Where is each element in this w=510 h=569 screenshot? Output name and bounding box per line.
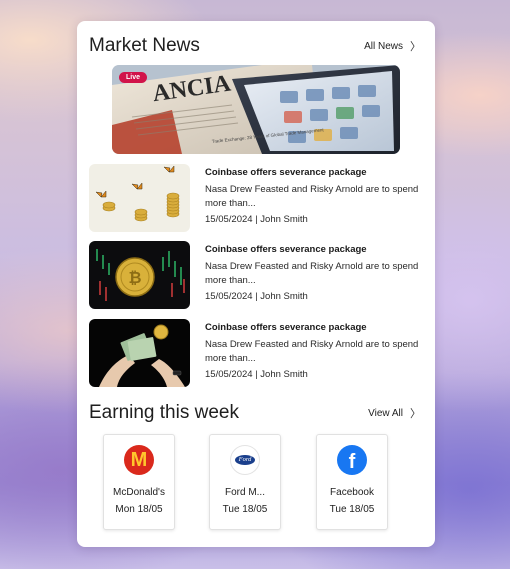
view-all-label: View All bbox=[368, 407, 403, 419]
news-item-text: Coinbase offers severance package Nasa D… bbox=[205, 164, 423, 232]
news-date: 15/05/2024 bbox=[205, 291, 253, 302]
hands-coin-cash-image bbox=[89, 319, 190, 387]
newspaper-tablet-illustration: ANCIA Trade Exchange: 28 Years of Global… bbox=[112, 65, 400, 154]
earning-company-name: Ford M... bbox=[224, 487, 265, 498]
news-author: John Smith bbox=[260, 291, 308, 302]
hero-news-image[interactable]: ANCIA Trade Exchange: 28 Years of Global… bbox=[112, 65, 400, 154]
earnings-header: Earning this week View All 〉 bbox=[89, 402, 421, 424]
news-summary: Nasa Drew Feasted and Risky Arnold are t… bbox=[205, 261, 419, 286]
news-item-3[interactable]: Coinbase offers severance package Nasa D… bbox=[89, 319, 423, 387]
news-separator: | bbox=[255, 369, 258, 380]
news-title: Coinbase offers severance package bbox=[205, 167, 367, 178]
news-author: John Smith bbox=[260, 369, 308, 380]
earning-date: Mon 18/05 bbox=[115, 504, 163, 515]
news-item-text: Coinbase offers severance package Nasa D… bbox=[205, 319, 423, 387]
earning-card-mcdonalds[interactable]: M McDonald's Mon 18/05 bbox=[103, 434, 175, 530]
view-all-link[interactable]: View All 〉 bbox=[368, 405, 421, 421]
chevron-right-icon: 〉 bbox=[410, 41, 421, 53]
facebook-logo: f bbox=[337, 445, 367, 475]
all-news-label: All News bbox=[364, 40, 403, 52]
earning-card-ford[interactable]: Ford Ford M... Tue 18/05 bbox=[209, 434, 281, 530]
svg-text:₿: ₿ bbox=[128, 268, 141, 287]
earning-date: Tue 18/05 bbox=[222, 504, 268, 515]
news-summary: Nasa Drew Feasted and Risky Arnold are t… bbox=[205, 184, 419, 209]
live-badge: Live bbox=[119, 72, 148, 83]
news-item-1[interactable]: Coinbase offers severance package Nasa D… bbox=[89, 164, 423, 232]
news-item-text: Coinbase offers severance package Nasa D… bbox=[205, 241, 423, 309]
butterflies-coins-image bbox=[89, 164, 190, 232]
news-date: 15/05/2024 bbox=[205, 214, 253, 225]
news-separator: | bbox=[255, 214, 258, 225]
earning-company-name: McDonald's bbox=[113, 487, 165, 498]
chevron-right-icon: 〉 bbox=[410, 408, 421, 420]
news-meta: 15/05/2024 | John Smith bbox=[205, 369, 423, 380]
earning-card-facebook[interactable]: f Facebook Tue 18/05 bbox=[316, 434, 388, 530]
news-author: John Smith bbox=[260, 214, 308, 225]
bitcoin-chart-image: ₿ bbox=[89, 241, 190, 309]
news-separator: | bbox=[255, 291, 258, 302]
market-news-header: Market News All News 〉 bbox=[89, 35, 421, 57]
market-news-title: Market News bbox=[89, 35, 200, 56]
all-news-link[interactable]: All News 〉 bbox=[364, 38, 421, 54]
news-meta: 15/05/2024 | John Smith bbox=[205, 214, 423, 225]
news-title: Coinbase offers severance package bbox=[205, 322, 367, 333]
news-date: 15/05/2024 bbox=[205, 369, 253, 380]
earnings-title: Earning this week bbox=[89, 402, 239, 423]
earning-date: Tue 18/05 bbox=[329, 504, 375, 515]
news-title: Coinbase offers severance package bbox=[205, 244, 367, 255]
earning-company-name: Facebook bbox=[330, 487, 374, 498]
mcdonalds-logo: M bbox=[124, 445, 154, 475]
news-summary: Nasa Drew Feasted and Risky Arnold are t… bbox=[205, 339, 419, 364]
news-item-2[interactable]: ₿ Coinbase offers severance package Nasa… bbox=[89, 241, 423, 309]
ford-logo: Ford bbox=[230, 445, 260, 475]
news-meta: 15/05/2024 | John Smith bbox=[205, 291, 423, 302]
market-news-card: Market News All News 〉 ANCIA Trade Excha… bbox=[77, 21, 435, 547]
